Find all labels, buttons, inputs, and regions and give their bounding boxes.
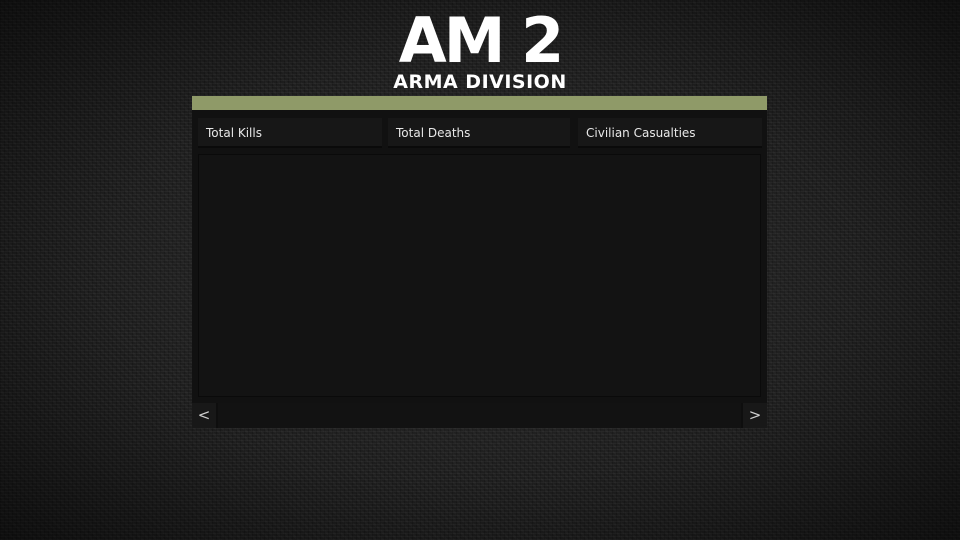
next-page-button[interactable]: > [743, 403, 767, 428]
stats-content-area [198, 154, 761, 397]
stats-panel: Total Kills Total Deaths Civilian Casual… [192, 96, 767, 428]
tab-civilian-casualties[interactable]: Civilian Casualties [578, 118, 762, 148]
prev-page-button[interactable]: < [192, 403, 216, 428]
pager-bar: < > [192, 403, 767, 428]
tab-total-deaths[interactable]: Total Deaths [388, 118, 570, 148]
logo-subtitle: ARMA DIVISION [393, 71, 567, 93]
panel-accent-bar [192, 96, 767, 110]
tab-total-kills[interactable]: Total Kills [198, 118, 382, 148]
logo-mark: AM 2 [398, 4, 564, 77]
logo: AM 2 ARMA DIVISION [385, 10, 575, 94]
pager-track[interactable] [218, 403, 741, 428]
